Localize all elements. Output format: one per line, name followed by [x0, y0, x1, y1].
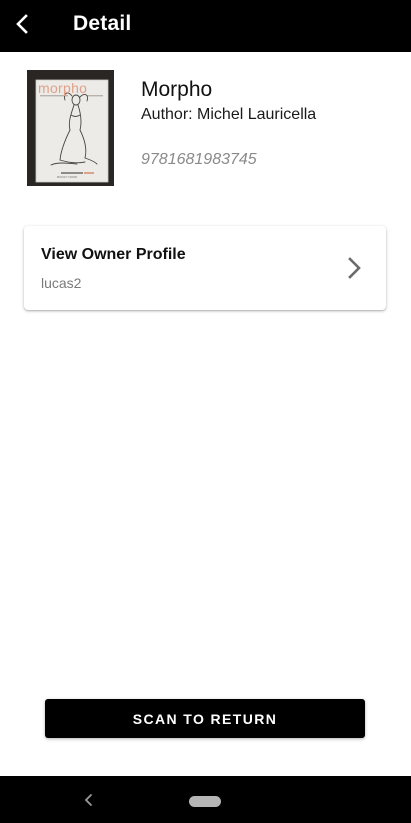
- detail-screen: Detail morpho ROCKY NOOK Morpho Author: …: [0, 0, 411, 823]
- arrow-back-icon: [16, 14, 28, 34]
- book-author: Author: Michel Lauricella: [141, 106, 317, 123]
- scan-to-return-button[interactable]: SCAN TO RETURN: [45, 699, 365, 738]
- chevron-right-icon: [348, 257, 361, 279]
- cover-title-text: morpho: [38, 80, 88, 96]
- cover-publisher-text: ROCKY NOOK: [57, 175, 78, 179]
- system-nav-bar: [0, 776, 411, 823]
- nav-home-pill-icon[interactable]: [189, 796, 221, 807]
- nav-back-icon[interactable]: [80, 790, 98, 810]
- page-title: Detail: [73, 12, 132, 35]
- book-isbn: 9781681983745: [141, 151, 257, 168]
- book-title: Morpho: [141, 78, 213, 101]
- owner-card-title: View Owner Profile: [41, 246, 186, 263]
- book-cover-image: morpho ROCKY NOOK: [27, 70, 114, 186]
- owner-username: lucas2: [41, 275, 82, 291]
- back-button[interactable]: [6, 6, 38, 42]
- view-owner-profile-card[interactable]: View Owner Profile lucas2: [24, 226, 386, 310]
- app-bar: Detail: [0, 0, 411, 52]
